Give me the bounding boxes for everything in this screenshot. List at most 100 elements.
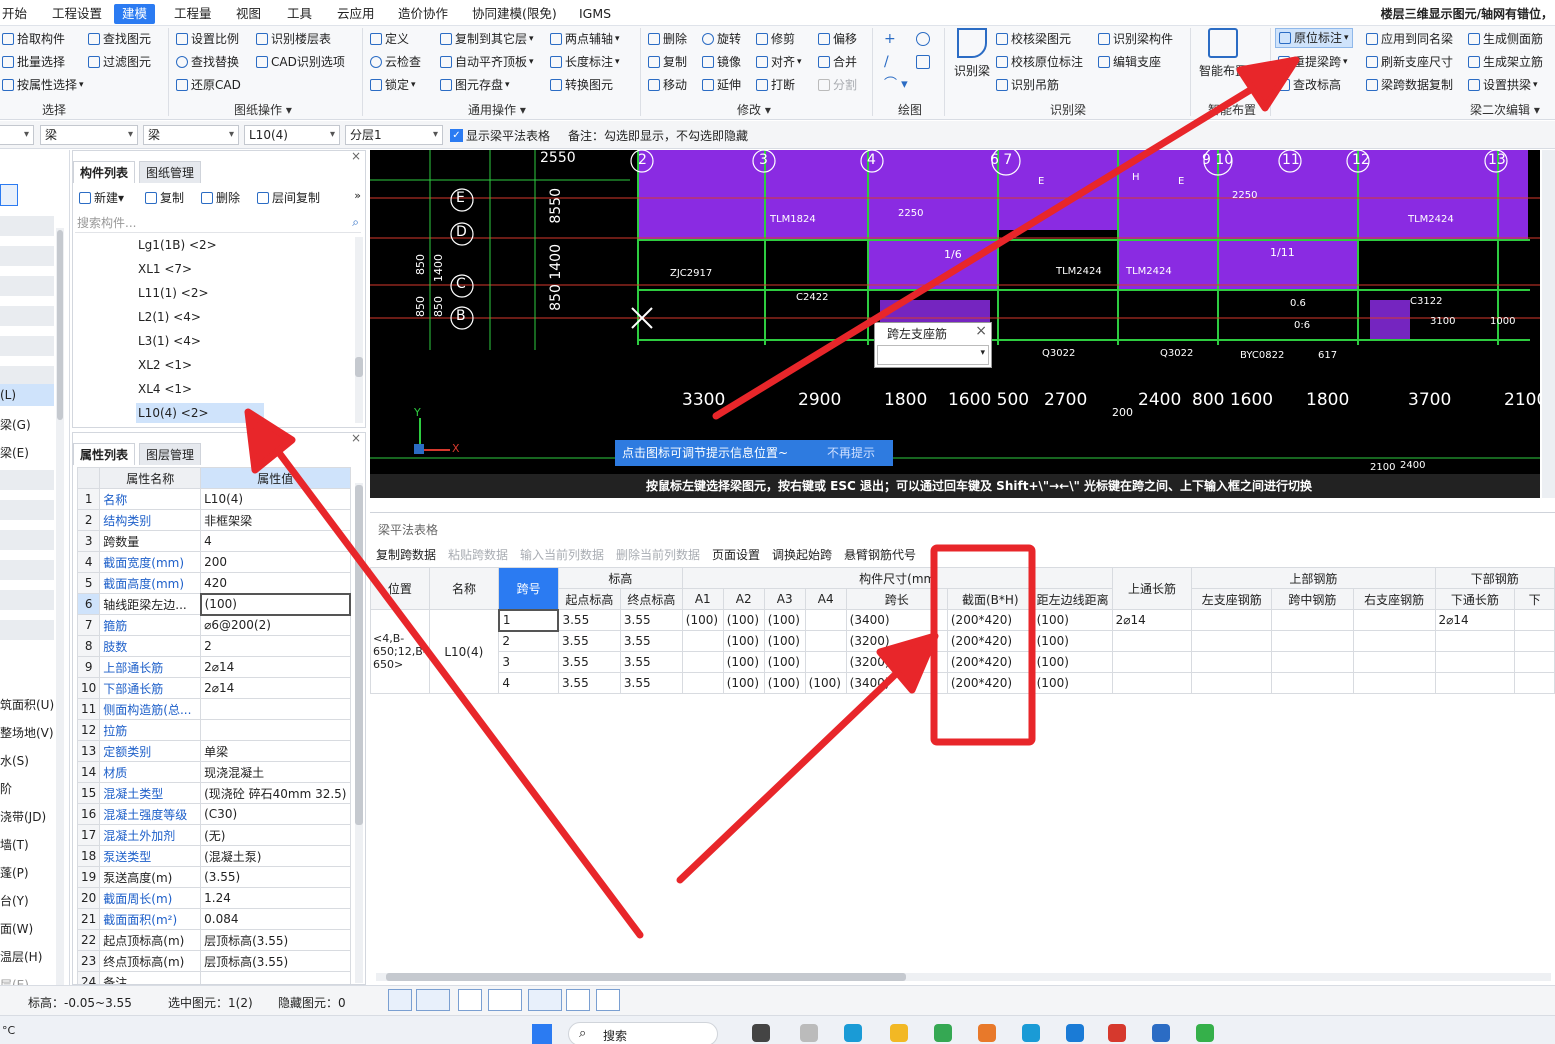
table-cell[interactable]: 4 [498,672,559,694]
table-cell[interactable]: (100) [722,630,765,652]
taskbar-firefox-icon[interactable] [978,1024,996,1042]
generate-side-bar-button[interactable]: 生成侧面筋 [1468,29,1543,49]
table-cell[interactable] [1191,630,1273,652]
property-row[interactable]: 6 轴线距梁左边... (100) [76,592,352,616]
property-value[interactable] [200,698,351,720]
nav-item-beam-e[interactable]: 梁(E) [0,444,29,461]
menu-cost-collab[interactable]: 造价协作 [396,4,450,24]
table-cell[interactable] [1352,630,1436,652]
table-cell[interactable]: (100) [804,672,847,694]
taskbar-wechat-icon[interactable] [1196,1024,1214,1042]
table-cell[interactable]: 2⌀14 [1434,609,1516,631]
recognize-beam-component-button[interactable]: 识别梁构件 [1098,29,1173,49]
property-row[interactable]: 2 结构类别 非框架梁 [76,509,351,531]
table-cell[interactable]: (100) [1032,630,1113,652]
property-row[interactable]: 1 名称 L10(4) [76,488,351,510]
check-elevation-button[interactable]: 查改标高 [1278,75,1341,95]
property-row[interactable]: 24 备注 [76,971,351,984]
taskbar-app-icon[interactable] [752,1024,770,1042]
nav-item-steps[interactable]: 阶 [0,780,12,797]
search-icon[interactable]: ⌕ [352,215,359,230]
table-cell[interactable]: (200*420) [946,651,1034,673]
draw-line-button[interactable]: / [884,52,889,72]
taskbar-folder-icon[interactable] [890,1024,908,1042]
right-toolbar[interactable] [1542,150,1555,498]
restore-cad-button[interactable]: 还原CAD [176,75,241,95]
popup-input[interactable]: ▾ [877,345,989,365]
property-value[interactable]: 200 [200,551,351,573]
table-cell[interactable] [681,651,724,673]
recognize-hanger-button[interactable]: 识别吊筋 [996,75,1059,95]
property-row[interactable]: 23 终点顶标高(m) 层顶标高(3.55) [76,950,351,972]
table-cell[interactable] [804,630,847,652]
nav-scrollbar[interactable] [56,228,64,988]
property-value[interactable]: (100) [199,592,352,616]
rotate-button[interactable]: 旋转 [702,29,741,49]
nav-item-water[interactable]: 水(S) [0,752,29,769]
list-view-icon[interactable] [0,184,18,206]
copy-span-data-button[interactable]: 复制跨数据 [376,546,436,563]
in-situ-label-button[interactable]: 原位标注 ▾ [1275,28,1353,48]
layer-tool[interactable] [528,989,562,1011]
length-dimension-button[interactable]: 长度标注 ▾ [550,52,620,72]
list-item[interactable]: L11(1) <2> [136,283,211,303]
table-cell[interactable] [1111,630,1193,652]
copy-component-button[interactable]: 复制 [145,189,184,206]
table-cell[interactable]: 3 [498,651,559,673]
close-icon[interactable]: × [351,149,361,163]
offset-button[interactable]: 偏移 [818,29,857,49]
component-select[interactable]: L10(4) [244,125,340,145]
property-value[interactable]: 4 [200,530,351,552]
check-beam-element-button[interactable]: 校核梁图元 [996,29,1071,49]
find-element-button[interactable]: 查找图元 [88,29,151,49]
table-cell[interactable]: 3.55 [557,609,621,631]
table-cell[interactable] [1271,630,1354,652]
filter-element-button[interactable]: 过滤图元 [88,52,151,72]
property-row[interactable]: 19 泵送高度(m) (3.55) [76,866,351,888]
table-cell[interactable] [1514,630,1555,652]
table-row[interactable]: <4,B-650;12,B-650> L10(4) 1 3.55 3.55 (100) (1… [370,608,1555,694]
table-cell[interactable]: 3.55 [619,651,683,673]
property-value[interactable] [200,719,351,741]
show-table-checkbox[interactable]: ✓ 显示梁平法表格 [450,127,550,144]
property-value[interactable]: 单梁 [200,740,351,762]
property-value[interactable]: 0.084 [200,908,351,930]
property-row[interactable]: 12 拉筋 [76,719,351,741]
table-cell[interactable] [804,609,847,631]
property-value[interactable]: 2⌀14 [200,677,351,699]
menu-collab-modeling[interactable]: 协同建模(限免) [470,4,559,24]
nav-item-building-area[interactable]: 筑面积(U) [0,696,54,713]
table-cell[interactable]: 3.55 [619,609,683,631]
list-item[interactable]: L3(1) <4> [136,331,203,351]
swap-start-span-button[interactable]: 调换起始跨 [772,546,832,563]
close-icon[interactable]: × [975,323,987,339]
element-save-button[interactable]: 图元存盘 ▾ [440,75,510,95]
beam-name-cell[interactable]: L10(4) [428,609,500,694]
table-cell[interactable] [681,672,724,694]
table-cell[interactable] [1514,672,1555,694]
property-row[interactable]: 20 截面周长(m) 1.24 [76,887,351,909]
layer-select[interactable]: 分层1 [345,125,443,145]
property-row[interactable]: 21 截面面积(m²) 0.084 [76,908,351,930]
component-list-scrollbar[interactable] [355,237,363,423]
property-row[interactable]: 8 肢数 2 [76,635,351,657]
menu-start[interactable]: 开始 [0,4,29,24]
more-icon[interactable]: » [354,189,361,202]
menu-modeling[interactable]: 建模 [114,4,156,24]
table-cell[interactable]: (200*420) [946,630,1034,652]
split-button[interactable]: 分割 [818,75,857,95]
table-cell[interactable] [1514,651,1555,673]
generate-erection-bar-button[interactable]: 生成架立筋 [1468,52,1543,72]
draw-point-button[interactable]: + [884,29,896,49]
table-cell[interactable]: 3.55 [557,630,621,652]
nav-item-post-pour[interactable]: 浇带(JD) [0,808,46,825]
taskbar-search[interactable]: ⌕ 搜索 [568,1022,718,1044]
property-value[interactable]: (无) [200,824,351,846]
property-value[interactable]: 1.24 [200,887,351,909]
table-cell[interactable]: (100) [681,609,724,631]
property-row[interactable]: 7 箍筋 ⌀6@200(2) [76,614,351,636]
taskbar-app-icon[interactable] [1152,1024,1170,1042]
move-button[interactable]: 移动 [648,75,687,95]
re-extract-span-button[interactable]: 重提梁跨 ▾ [1278,52,1348,72]
property-value[interactable]: (3.55) [200,866,351,888]
